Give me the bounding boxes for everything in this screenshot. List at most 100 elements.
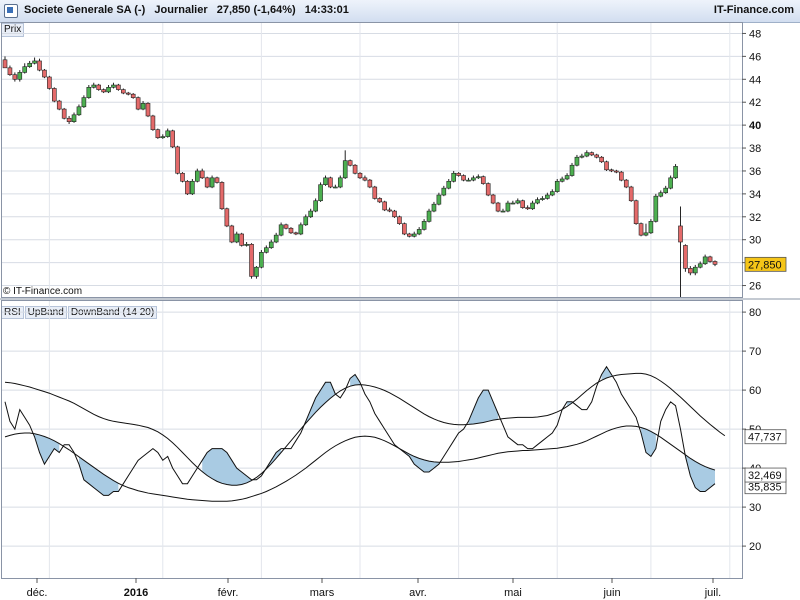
candle bbox=[451, 170, 456, 183]
candle-body bbox=[579, 155, 585, 158]
candle-body bbox=[155, 129, 161, 139]
candle-body bbox=[367, 179, 373, 188]
candle bbox=[535, 197, 540, 205]
candle bbox=[244, 242, 249, 247]
candle bbox=[372, 185, 378, 200]
candle-body bbox=[318, 184, 323, 202]
candle bbox=[116, 83, 121, 91]
candle-body bbox=[71, 114, 77, 122]
candle-body bbox=[180, 172, 185, 182]
candle-body bbox=[362, 177, 368, 181]
candle-body bbox=[61, 108, 67, 119]
candle-body bbox=[436, 194, 442, 205]
candle bbox=[584, 150, 590, 158]
candle-body bbox=[525, 207, 530, 210]
candle bbox=[194, 168, 200, 183]
candle-body bbox=[387, 209, 392, 212]
candle bbox=[436, 192, 442, 206]
candle-body bbox=[190, 180, 195, 195]
candle-body bbox=[623, 179, 629, 188]
candle-body bbox=[12, 74, 18, 80]
candle-body bbox=[402, 223, 407, 235]
candle bbox=[712, 260, 718, 267]
price-tick-label: 46 bbox=[749, 51, 761, 63]
candle bbox=[638, 222, 644, 237]
candle-body bbox=[165, 130, 171, 137]
price-tick-label: 44 bbox=[749, 74, 761, 86]
price-tick-label: 26 bbox=[749, 281, 761, 293]
rsi-tick-label: 30 bbox=[749, 502, 761, 514]
candle-body bbox=[32, 60, 37, 64]
candle bbox=[52, 87, 57, 103]
candle-body bbox=[150, 115, 156, 131]
candle-body bbox=[357, 172, 363, 179]
candle bbox=[160, 134, 166, 139]
candle-body bbox=[249, 243, 254, 277]
candle-body bbox=[421, 221, 427, 230]
candle bbox=[692, 264, 698, 276]
candle-body bbox=[485, 183, 491, 196]
candle bbox=[204, 176, 210, 189]
candle-body bbox=[37, 60, 42, 71]
candle-body bbox=[264, 247, 269, 253]
candle-body bbox=[42, 69, 47, 78]
candle bbox=[382, 200, 387, 212]
candle bbox=[510, 200, 516, 205]
candle-body bbox=[116, 84, 121, 90]
candle-body bbox=[411, 233, 417, 237]
candle-body bbox=[702, 256, 708, 265]
candle bbox=[155, 128, 161, 139]
candle bbox=[239, 232, 244, 247]
candle-body bbox=[224, 208, 230, 227]
rsi-tick-label: 80 bbox=[749, 307, 761, 319]
candle-body bbox=[500, 210, 506, 213]
candle-body bbox=[372, 186, 378, 199]
candle-body bbox=[678, 225, 683, 243]
candle bbox=[707, 255, 713, 263]
candle-body bbox=[692, 266, 698, 274]
candle bbox=[619, 170, 624, 182]
candle-body bbox=[441, 187, 447, 196]
candle bbox=[318, 182, 323, 202]
candle bbox=[362, 175, 368, 182]
candle-body bbox=[638, 223, 644, 236]
candle-body bbox=[106, 87, 111, 93]
candle-body bbox=[288, 227, 294, 234]
candle bbox=[431, 201, 437, 213]
candle-body bbox=[199, 170, 205, 179]
candle bbox=[579, 153, 585, 159]
candle bbox=[688, 266, 693, 276]
candle-body bbox=[569, 164, 575, 176]
candle bbox=[150, 114, 156, 131]
candle bbox=[347, 159, 353, 167]
candle-body bbox=[614, 170, 619, 173]
candle-body bbox=[589, 152, 595, 156]
candle-body bbox=[476, 176, 481, 179]
candle bbox=[653, 193, 659, 223]
candle bbox=[71, 112, 77, 123]
candle-body bbox=[303, 216, 309, 226]
candle bbox=[397, 215, 402, 225]
candle bbox=[86, 85, 92, 99]
candle-body bbox=[111, 84, 116, 88]
candle-body bbox=[254, 266, 259, 277]
candle-body bbox=[668, 177, 673, 189]
candle bbox=[283, 223, 289, 230]
candle bbox=[476, 174, 481, 179]
candle-body bbox=[76, 106, 82, 116]
candle-body bbox=[17, 72, 23, 80]
candle-body bbox=[47, 76, 52, 89]
candle bbox=[91, 82, 97, 89]
candle-body bbox=[564, 175, 570, 180]
candle bbox=[268, 239, 274, 249]
candle bbox=[96, 83, 101, 91]
candle bbox=[564, 173, 570, 181]
candle bbox=[278, 222, 284, 237]
candle-body bbox=[407, 233, 412, 237]
candle bbox=[426, 208, 432, 223]
candle bbox=[599, 156, 604, 163]
candle-body bbox=[466, 179, 471, 182]
candle bbox=[416, 227, 422, 236]
candle bbox=[633, 199, 639, 225]
candle-body bbox=[495, 202, 501, 212]
